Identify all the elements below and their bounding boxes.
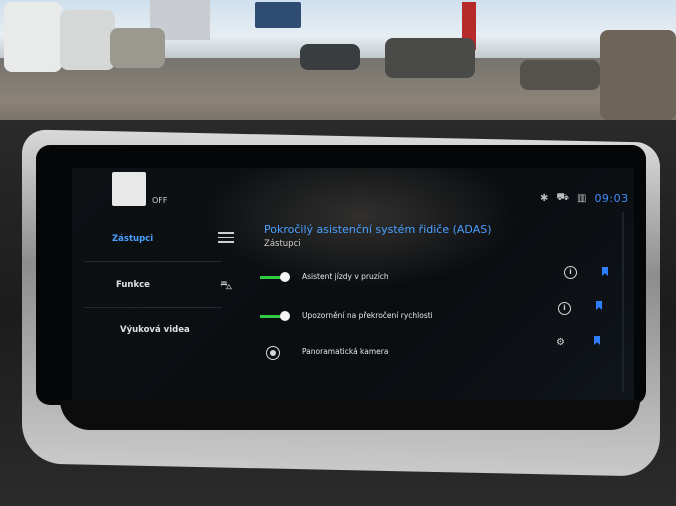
clock: 09:03 [594, 192, 629, 205]
sidebar-divider [84, 307, 222, 308]
toggle-knob [280, 272, 290, 282]
sidebar-item-zastupci[interactable]: Zástupci [112, 234, 262, 244]
lane-assist-toggle[interactable] [260, 272, 290, 282]
setting-label: Panoramatická kamera [302, 347, 389, 356]
bookmark-icon[interactable] [594, 336, 600, 345]
photo-car [385, 38, 475, 78]
page-subtitle: Zástupci [264, 239, 301, 249]
car-icon[interactable]: ⛍ [220, 278, 232, 294]
signal-icon: ▥ [576, 193, 587, 204]
climate-off-tile[interactable] [112, 172, 146, 206]
screen-lower-trim [60, 400, 640, 430]
sidebar-divider [84, 261, 222, 262]
setting-row-speed-warning: Upozornění na překročení rychlosti i [260, 301, 620, 329]
settings-gear-icon[interactable]: ⚙ [556, 337, 565, 348]
bookmark-icon[interactable] [602, 267, 608, 276]
status-bar: ✱ ⛟ ▥ 09:03 [540, 192, 629, 205]
setting-label: Upozornění na překročení rychlosti [302, 311, 433, 320]
info-icon[interactable]: i [564, 266, 577, 279]
toggle-knob [280, 311, 290, 321]
page-title: Pokročilý asistenční systém řidiče (ADAS… [264, 223, 492, 236]
photo-car [60, 10, 115, 70]
photo-car [300, 44, 360, 70]
photo-car [4, 2, 62, 72]
menu-icon[interactable] [218, 232, 234, 243]
bookmark-icon[interactable] [596, 301, 602, 310]
setting-label: Asistent jízdy v pruzích [302, 272, 389, 281]
photo-car [110, 28, 165, 68]
speed-warning-toggle[interactable] [260, 311, 290, 321]
scrollbar[interactable] [622, 212, 624, 392]
sidebar-item-vyukova-videa[interactable]: Výuková videa [120, 325, 270, 335]
photo-car [520, 60, 600, 90]
camera-icon[interactable] [266, 346, 280, 360]
photo-billboard [255, 2, 301, 28]
bluetooth-icon: ✱ [540, 193, 549, 204]
infotainment-screen: OFF ✱ ⛟ ▥ 09:03 Zástupci Funkce Výuková … [72, 168, 634, 400]
car-connect-icon: ⛟ [556, 192, 569, 203]
setting-row-panoramic-camera: Panoramatická kamera ⚙ [260, 336, 620, 366]
setting-row-lane-assist: Asistent jízdy v pruzích i [260, 266, 620, 290]
climate-off-label: OFF [152, 196, 168, 205]
photo-car [600, 30, 676, 120]
info-icon[interactable]: i [558, 302, 571, 315]
sidebar-item-funkce[interactable]: Funkce [116, 280, 266, 290]
